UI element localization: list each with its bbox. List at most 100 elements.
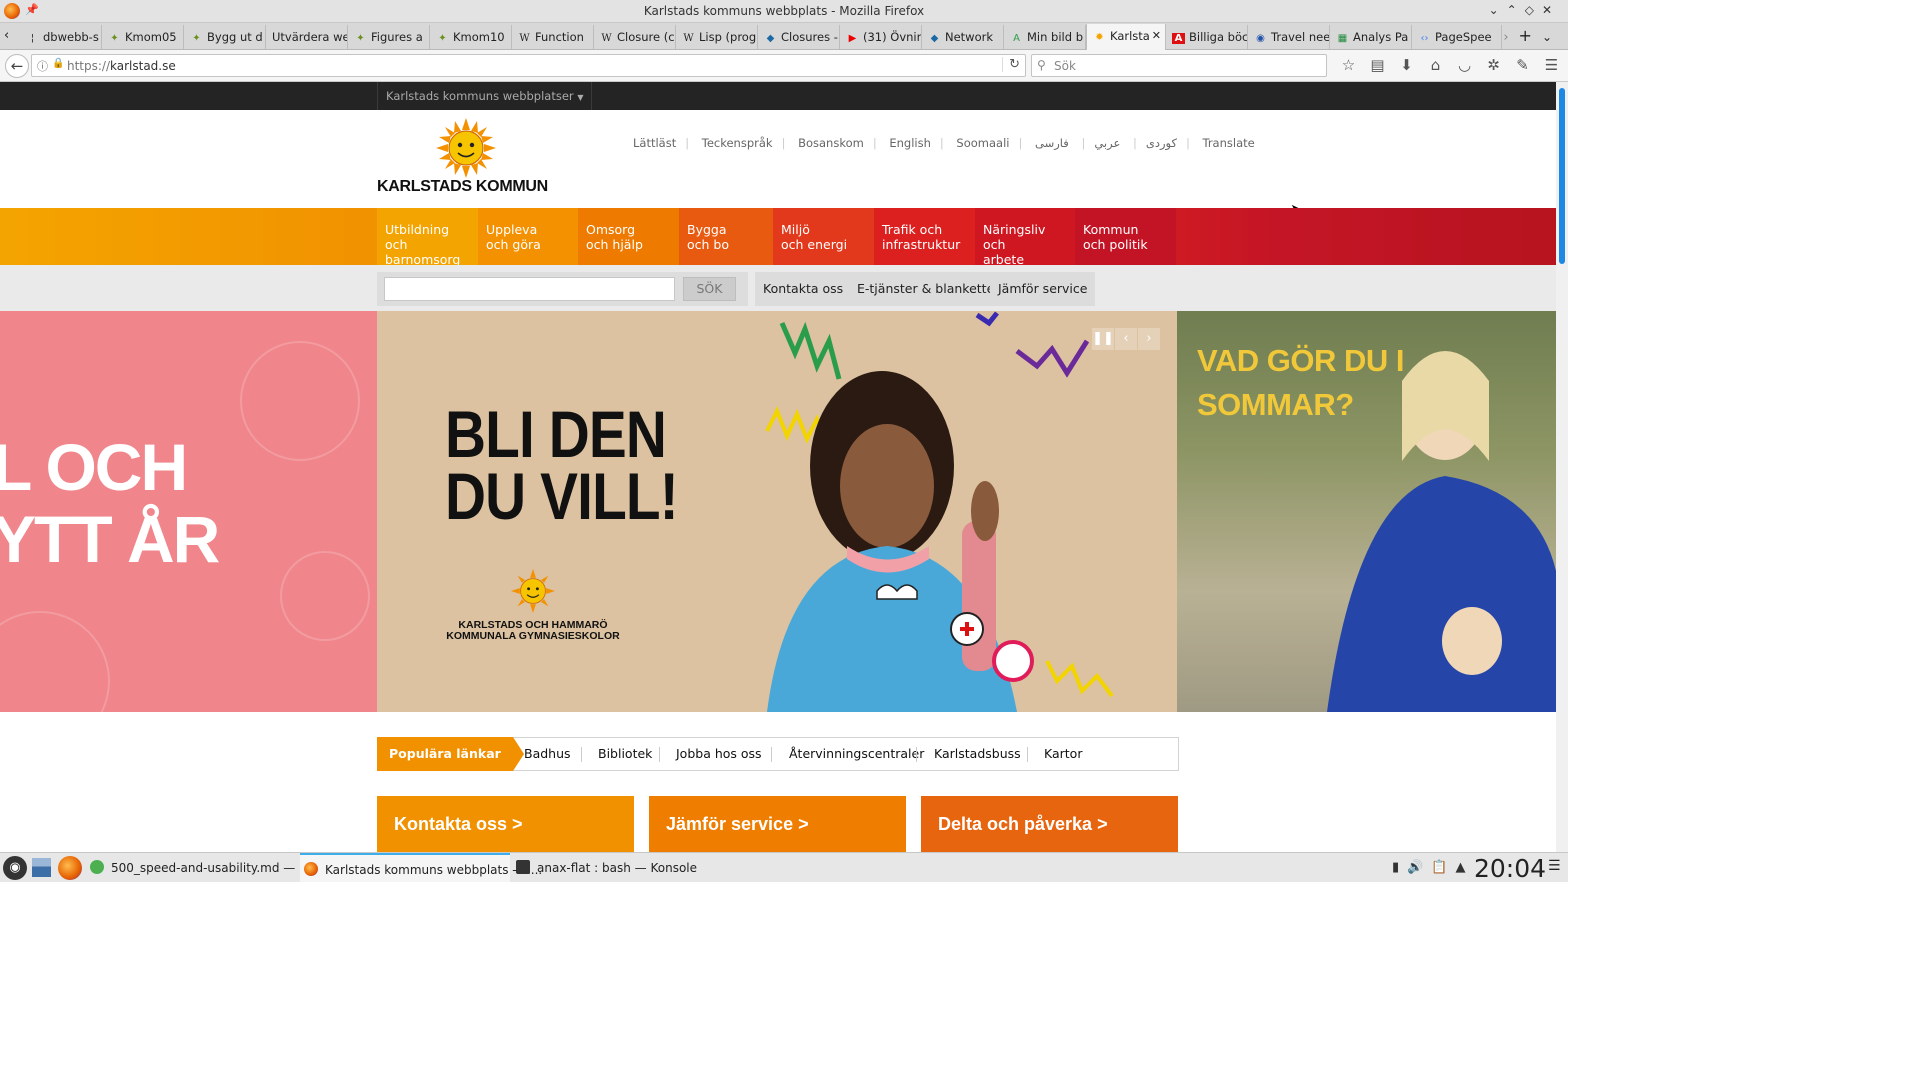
font-icon: A — [1013, 33, 1020, 44]
tab[interactable]: ▶ (31) Övnir — [840, 25, 922, 49]
nav-item-uppleva[interactable]: Uppleva och göra — [478, 208, 578, 265]
chevron-left-icon[interactable]: ‹ — [1115, 328, 1137, 350]
nav-item-kommun[interactable]: Kommun och politik — [1075, 208, 1176, 265]
cta-participate[interactable]: Delta och påverka > — [921, 796, 1178, 852]
popular-link[interactable]: Karlstadsbuss — [934, 746, 1021, 761]
popular-link[interactable]: Jobba hos oss — [676, 746, 762, 761]
download-icon[interactable]: ⬇ — [1392, 56, 1421, 74]
system-tray: ▮ 🔊 📋 ▲ — [1392, 860, 1474, 875]
tab[interactable]: Utvärdera we — [266, 25, 348, 49]
sites-menu[interactable]: Karlstads kommuns webbplatser ▼ — [377, 82, 593, 110]
tab[interactable]: ✦ Bygg ut d — [184, 25, 266, 49]
nav-item-miljo[interactable]: Miljö och energi — [773, 208, 874, 265]
library-icon[interactable]: ▤ — [1363, 56, 1392, 74]
clock[interactable]: 20:04 — [1474, 854, 1546, 883]
lang-link[interactable]: English — [880, 136, 940, 150]
tab[interactable]: ✦ Figures a — [348, 25, 430, 49]
extension-icon[interactable]: ✲ — [1479, 56, 1508, 74]
nav-item-omsorg[interactable]: Omsorg och hjälp — [578, 208, 679, 265]
search-button[interactable]: SÖK — [683, 277, 736, 301]
show-desktop-icon[interactable] — [32, 858, 51, 877]
nav-item-utbildning[interactable]: Utbildning och barnomsorg — [377, 208, 478, 267]
lang-link[interactable]: Soomaali — [947, 136, 1018, 150]
sun-logo-icon[interactable] — [436, 118, 496, 178]
pocket-icon[interactable]: ◡ — [1450, 56, 1479, 74]
tab[interactable]: A Min bild b — [1004, 25, 1086, 49]
url-text[interactable]: https://karlstad.se — [67, 59, 176, 73]
task-konsole[interactable]: anax-flat : bash — Konsole — [514, 853, 714, 882]
volume-icon[interactable]: 🔊 — [1407, 860, 1423, 875]
firefox-launcher-icon[interactable] — [58, 856, 82, 880]
tray-expand-icon[interactable]: ▲ — [1456, 860, 1466, 875]
pen-icon[interactable]: ✎ — [1508, 56, 1537, 74]
panel-menu-icon[interactable]: ☰ — [1548, 858, 1561, 874]
window-controls[interactable]: ⌄⌃◇✕ — [1489, 3, 1560, 17]
hero-slide-next[interactable]: VAD GÖR DU I SOMMAR? — [1177, 311, 1556, 712]
popular-link[interactable]: Badhus — [524, 746, 571, 761]
popular-link[interactable]: Bibliotek — [598, 746, 652, 761]
lang-link[interactable]: Bosanskom — [789, 136, 873, 150]
tab[interactable]: ◉ Travel nee — [1248, 25, 1330, 49]
home-icon[interactable]: ⌂ — [1421, 56, 1450, 74]
tab[interactable]: W Lisp (prog — [676, 25, 758, 49]
tab-scroll-right-icon[interactable]: › — [1503, 30, 1518, 45]
lang-link[interactable]: فارسی — [1026, 136, 1078, 150]
tab[interactable]: ‹› PageSpee — [1412, 25, 1502, 49]
list-all-tabs-icon[interactable]: ⌄ — [1542, 30, 1562, 44]
scrollbar-thumb[interactable] — [1559, 88, 1565, 264]
task-firefox[interactable]: Karlstads kommuns webbplats - M... — [300, 853, 542, 882]
cta-contact[interactable]: Kontakta oss > — [377, 796, 634, 852]
chevron-right-icon[interactable]: › — [1138, 328, 1160, 350]
address-bar[interactable]: ⓘ 🔒 https://karlstad.se ↻ — [31, 54, 1026, 77]
bookmark-star-icon[interactable]: ☆ — [1334, 56, 1363, 74]
tab-active[interactable]: ✹ Karlsta ✕ — [1086, 24, 1166, 50]
menu-icon[interactable]: ☰ — [1537, 56, 1566, 74]
tab[interactable]: W Function — [512, 25, 594, 49]
popular-link[interactable]: Kartor — [1044, 746, 1082, 761]
lang-link[interactable]: عربي — [1085, 136, 1129, 150]
contact-button[interactable]: Kontakta oss — [755, 272, 852, 306]
clipboard-icon[interactable]: 📋 — [1431, 860, 1447, 875]
tab[interactable]: A Billiga böc — [1166, 25, 1248, 49]
tab[interactable]: ◆ Network — [922, 25, 1004, 49]
nav-item-bygga[interactable]: Bygga och bo — [679, 208, 773, 265]
tab[interactable]: ✦ Kmom05 — [102, 25, 184, 49]
task-editor[interactable]: 500_speed-and-usability.md — ~/... — [90, 853, 325, 882]
lang-link[interactable]: کوردی — [1137, 136, 1186, 150]
lock-icon[interactable]: 🔒 — [52, 58, 64, 69]
maximize-icon[interactable]: ⌃ — [1507, 3, 1525, 17]
tab[interactable]: ◆ Closures - — [758, 25, 840, 49]
tab[interactable]: ¦ dbwebb-s — [20, 25, 102, 49]
app-launcher-icon[interactable]: ◉ — [3, 856, 27, 880]
site-search-input[interactable] — [384, 277, 675, 301]
page-scrollbar[interactable] — [1556, 82, 1568, 852]
reload-icon[interactable]: ↻ — [1002, 57, 1020, 72]
e-services-button[interactable]: E-tjänster & blanketter — [849, 272, 1008, 306]
back-button[interactable]: ← — [5, 54, 29, 78]
tab[interactable]: ▦ Analys Pa — [1330, 25, 1412, 49]
popular-link[interactable]: Återvinningscentraler — [789, 746, 924, 761]
pause-icon[interactable]: ❚❚ — [1092, 328, 1114, 350]
close-icon[interactable]: ✕ — [1542, 3, 1560, 17]
compare-service-button[interactable]: Jämför service — [990, 272, 1096, 306]
info-icon[interactable]: ⓘ — [37, 58, 48, 74]
minimize-icon[interactable]: ⌄ — [1489, 3, 1507, 17]
battery-icon[interactable]: ▮ — [1392, 860, 1399, 875]
lang-link[interactable]: Lättläst — [624, 136, 685, 150]
cta-compare-service[interactable]: Jämför service > — [649, 796, 906, 852]
hero-slide-previous[interactable]: L OCH YTT ÅR — [0, 311, 377, 712]
nav-item-trafik[interactable]: Trafik och infrastruktur — [874, 208, 975, 265]
tab[interactable]: W Closure (c — [594, 25, 676, 49]
logo-text[interactable]: KARLSTADS KOMMUN — [377, 178, 548, 196]
tab-scroll-left-icon[interactable]: ‹ — [4, 28, 9, 43]
search-bar[interactable]: ⚲ Sök — [1031, 54, 1327, 77]
keep-above-icon[interactable]: ◇ — [1525, 3, 1542, 17]
lang-link[interactable]: Translate — [1193, 136, 1263, 150]
hero-slide-current[interactable]: BLI DEN DU VILL! KARLSTADS OCH HAMMARÖ KOM… — [377, 311, 1177, 712]
nav-item-naringsliv[interactable]: Näringsliv och arbete — [975, 208, 1075, 267]
tab[interactable]: ✦ Kmom10 — [430, 25, 512, 49]
hero-carousel: L OCH YTT ÅR BLI DEN DU VILL! KARLSTADS … — [0, 311, 1556, 712]
close-tab-icon[interactable]: ✕ — [1152, 29, 1161, 42]
new-tab-icon[interactable]: + — [1519, 26, 1542, 45]
lang-link[interactable]: Teckenspråk — [693, 136, 782, 150]
